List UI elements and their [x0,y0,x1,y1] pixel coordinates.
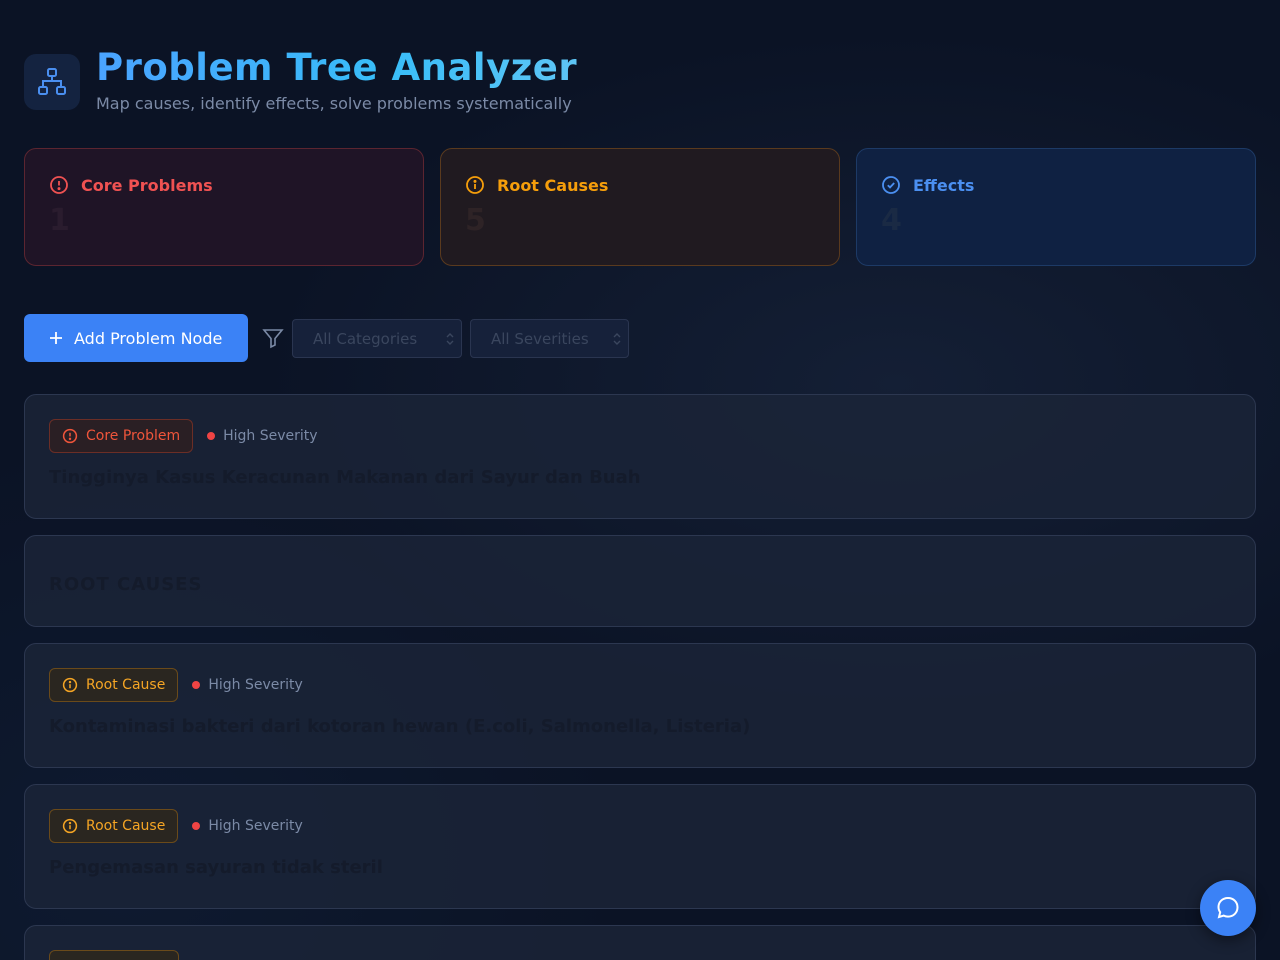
severity-dot [192,822,201,830]
filter-icon [262,329,284,349]
node-title: Pengemasan sayuran tidak steril [49,857,383,878]
severity-filter-value: All Severities [491,330,589,348]
node-type-badge: Core Problem [49,419,194,453]
stat-card-core-problems: Core Problems 1 [24,148,424,266]
problem-node-card[interactable]: Core Problem High Severity Tingginya Kas… [24,394,1256,519]
info-circle-icon [62,677,78,693]
stat-value: 4 [881,203,902,238]
severity-dot [192,681,201,689]
section-header-card: ROOT CAUSES [24,535,1256,627]
app-logo [24,54,80,110]
stat-value: 5 [465,203,486,238]
toolbar: Add Problem Node All Categories All Seve… [24,314,1256,362]
stat-header: Effects [881,175,1231,195]
node-type-badge: Root Cause [49,950,179,960]
node-title: Tingginya Kasus Keracunan Makanan dari S… [49,467,641,488]
stat-card-effects: Effects 4 [856,148,1256,266]
stat-label: Root Causes [497,175,609,195]
section-title: ROOT CAUSES [49,574,203,595]
problem-node-card[interactable]: Root Cause High Severity Pengemasan sayu… [24,784,1256,909]
severity-indicator: High Severity [192,818,303,834]
severity-indicator: High Severity [207,428,318,444]
add-problem-node-button[interactable]: Add Problem Node [24,314,248,362]
node-type-label: Root Cause [86,677,166,693]
node-type-label: Root Cause [86,818,166,834]
info-circle-icon [62,818,78,834]
plus-icon [50,332,62,344]
node-type-badge: Root Cause [49,668,179,702]
severity-label: High Severity [208,818,303,834]
stat-header: Root Causes [465,175,815,195]
node-type-badge: Root Cause [49,809,179,843]
chevron-up-down-icon [446,333,454,345]
node-tags: Core Problem High Severity [49,419,1231,453]
chevron-up-down-icon [613,333,621,345]
node-title: Kontaminasi bakteri dari kotoran hewan (… [49,716,751,737]
node-type-label: Core Problem [86,428,181,444]
chat-button[interactable] [1200,880,1256,936]
stat-label: Effects [913,175,975,195]
hierarchy-icon [38,68,66,95]
severity-filter-select[interactable]: All Severities [470,319,629,358]
problem-node-card[interactable]: Root Cause [24,925,1256,960]
stat-label: Core Problems [81,175,213,195]
chat-bubble-icon [1217,896,1239,919]
app-header: Problem Tree Analyzer Map causes, identi… [24,46,1256,114]
alert-circle-icon [50,176,68,194]
info-circle-icon [466,176,484,194]
node-tags: Root Cause High Severity [49,668,1231,702]
stat-card-root-causes: Root Causes 5 [440,148,840,266]
severity-dot [207,432,216,440]
severity-label: High Severity [208,677,303,693]
page-title: Problem Tree Analyzer [96,46,578,89]
category-filter-value: All Categories [313,330,418,348]
alert-circle-icon [62,428,78,444]
stat-value: 1 [49,203,70,238]
stats-row: Core Problems 1 Root Causes 5 Effects 4 [24,148,1256,266]
severity-label: High Severity [223,428,318,444]
page-subtitle: Map causes, identify effects, solve prob… [96,94,572,113]
node-tags: Root Cause High Severity [49,809,1231,843]
severity-indicator: High Severity [192,677,303,693]
check-circle-icon [882,176,900,194]
category-filter-select[interactable]: All Categories [292,319,462,358]
stat-header: Core Problems [49,175,399,195]
add-button-label: Add Problem Node [74,328,223,348]
problem-node-card[interactable]: Root Cause High Severity Kontaminasi bak… [24,643,1256,768]
